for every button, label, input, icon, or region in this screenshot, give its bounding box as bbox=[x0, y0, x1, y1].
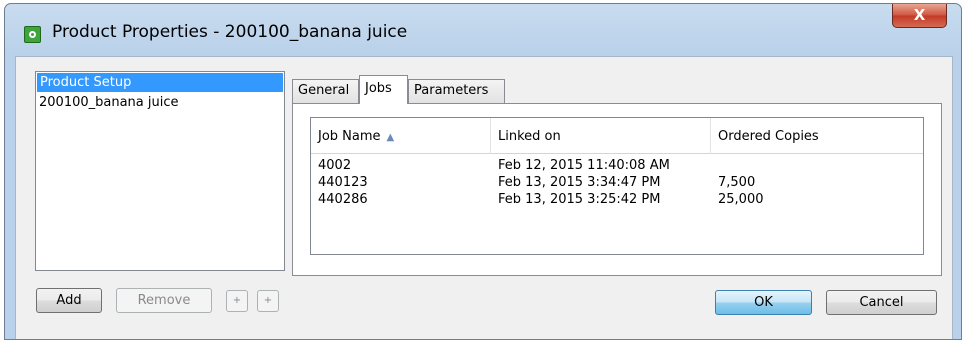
app-gear-icon bbox=[24, 26, 41, 43]
title-bar[interactable]: Product Properties - 200100_banana juice… bbox=[5, 4, 961, 56]
tab-control: General Jobs Parameters Job Name ▲ Linked… bbox=[292, 71, 942, 276]
column-header-linked-on[interactable]: Linked on bbox=[491, 118, 711, 154]
cell-linked-on: Feb 13, 2015 3:25:42 PM bbox=[498, 192, 661, 207]
column-header-ordered-copies[interactable]: Ordered Copies bbox=[711, 118, 925, 154]
tab-general[interactable]: General bbox=[292, 79, 359, 103]
cell-job-name: 440123 bbox=[318, 175, 368, 190]
list-item-product-setup[interactable]: Product Setup bbox=[37, 73, 283, 92]
cell-linked-on: Feb 12, 2015 11:40:08 AM bbox=[498, 158, 670, 173]
cell-ordered-copies: 7,500 bbox=[718, 175, 756, 190]
product-list[interactable]: Product Setup 200100_banana juice bbox=[35, 71, 285, 271]
remove-button[interactable]: Remove bbox=[116, 288, 212, 313]
dialog-body: Product Setup 200100_banana juice Genera… bbox=[15, 56, 953, 339]
table-row[interactable]: 440123 Feb 13, 2015 3:34:47 PM 7,500 bbox=[311, 175, 923, 191]
ok-button[interactable]: OK bbox=[715, 290, 812, 315]
move-down-button[interactable]: + bbox=[257, 290, 279, 312]
cancel-button[interactable]: Cancel bbox=[826, 290, 937, 315]
move-down-icon: + bbox=[263, 295, 273, 306]
tab-parameters[interactable]: Parameters bbox=[408, 79, 505, 103]
cell-job-name: 4002 bbox=[318, 158, 352, 173]
cell-ordered-copies: 25,000 bbox=[718, 192, 764, 207]
sort-ascending-icon: ▲ bbox=[386, 132, 395, 143]
table-header: Job Name ▲ Linked on Ordered Copies bbox=[311, 118, 923, 154]
dialog-window: Product Properties - 200100_banana juice… bbox=[4, 3, 962, 340]
column-header-label: Job Name bbox=[318, 129, 381, 144]
jobs-table[interactable]: Job Name ▲ Linked on Ordered Copies 4002 … bbox=[310, 117, 924, 255]
move-up-icon: + bbox=[232, 295, 242, 306]
column-header-job-name[interactable]: Job Name ▲ bbox=[311, 118, 491, 154]
table-row[interactable]: 4002 Feb 12, 2015 11:40:08 AM bbox=[311, 158, 923, 174]
close-button[interactable]: X bbox=[892, 4, 947, 28]
cell-linked-on: Feb 13, 2015 3:34:47 PM bbox=[498, 175, 661, 190]
tab-jobs[interactable]: Jobs bbox=[359, 75, 408, 104]
list-item-banana-juice[interactable]: 200100_banana juice bbox=[36, 93, 284, 112]
move-up-button[interactable]: + bbox=[226, 290, 248, 312]
table-row[interactable]: 440286 Feb 13, 2015 3:25:42 PM 25,000 bbox=[311, 192, 923, 208]
window-title: Product Properties - 200100_banana juice bbox=[52, 22, 408, 42]
add-button[interactable]: Add bbox=[36, 288, 102, 313]
cell-job-name: 440286 bbox=[318, 192, 368, 207]
jobs-tab-panel: Job Name ▲ Linked on Ordered Copies 4002 … bbox=[292, 103, 942, 276]
